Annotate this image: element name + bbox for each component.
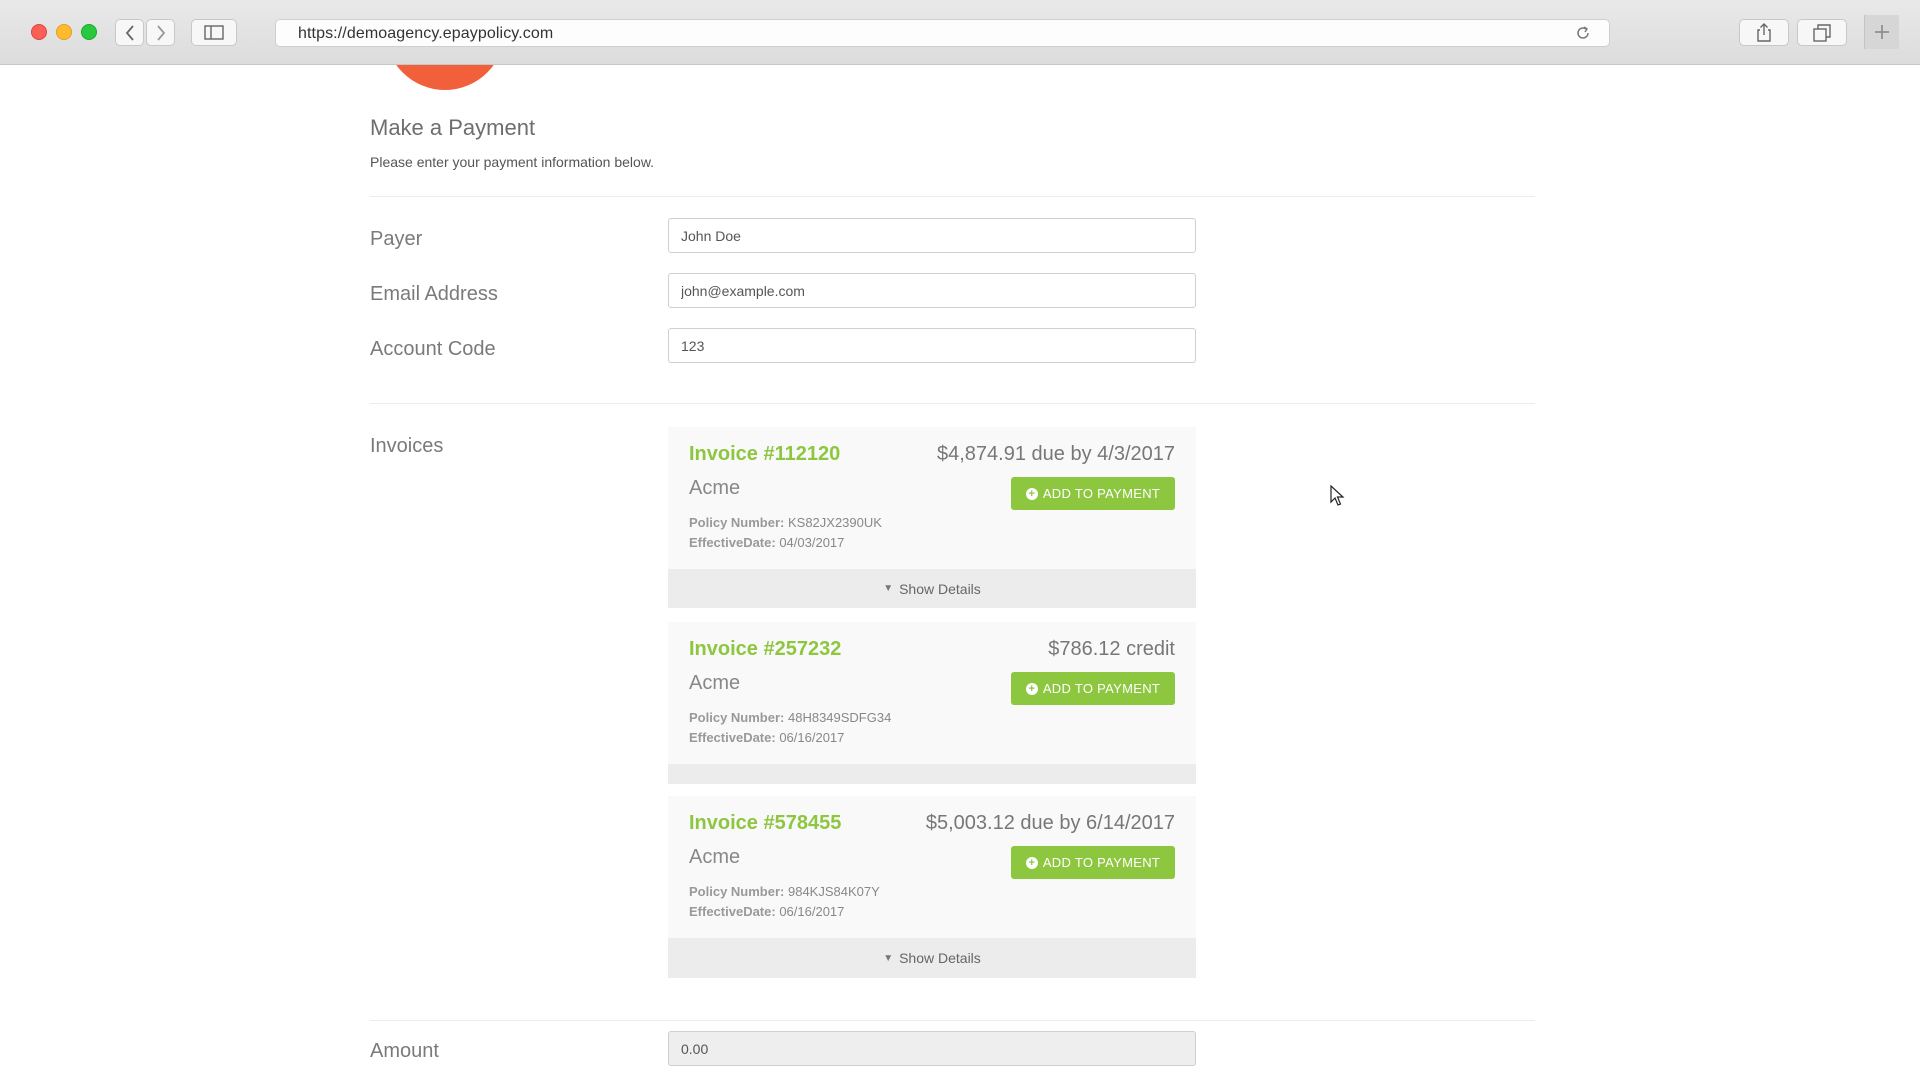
- invoice-number: Invoice #578455: [689, 812, 842, 834]
- plus-circle-icon: +: [1025, 682, 1038, 695]
- back-button[interactable]: [115, 19, 144, 46]
- sidebar-icon: [204, 25, 224, 40]
- share-button[interactable]: [1739, 19, 1789, 46]
- invoice-number: Invoice #257232: [689, 638, 842, 660]
- page-title: Make a Payment: [370, 115, 536, 140]
- add-to-payment-label: ADD TO PAYMENT: [1042, 681, 1161, 696]
- url-text: https://demoagency.epaypolicy.com: [298, 25, 554, 42]
- invoice-amount: $786.12 credit: [1048, 638, 1175, 660]
- chevron-down-icon: ▼: [883, 583, 894, 594]
- invoice-company: Acme: [689, 477, 741, 499]
- browser-toolbar: https://demoagency.epaypolicy.com: [0, 0, 1920, 65]
- plus-icon: [1875, 25, 1889, 39]
- policy-number: Policy Number: 48H8349SDFG34: [689, 710, 892, 725]
- policy-number: Policy Number: KS82JX2390UK: [689, 515, 882, 530]
- show-details-toggle[interactable]: [668, 764, 1196, 784]
- add-to-payment-button[interactable]: + ADD TO PAYMENT: [1011, 477, 1175, 510]
- email-label: Email Address: [370, 283, 498, 305]
- sidebar-toggle-button[interactable]: [191, 19, 237, 46]
- reload-icon[interactable]: [1575, 25, 1591, 46]
- plus-circle-icon: +: [1025, 856, 1038, 869]
- divider: [370, 196, 1535, 197]
- invoice-company: Acme: [689, 672, 741, 694]
- effective-date: EffectiveDate: 06/16/2017: [689, 730, 845, 745]
- new-tab-button[interactable]: [1864, 15, 1899, 49]
- zoom-window-button[interactable]: [81, 24, 97, 40]
- show-details-label: Show Details: [899, 950, 981, 966]
- forward-button[interactable]: [146, 19, 175, 46]
- chevron-left-icon: [125, 24, 134, 41]
- payer-input[interactable]: [668, 218, 1196, 253]
- chevron-right-icon: [156, 24, 165, 41]
- invoice-number: Invoice #112120: [689, 443, 841, 465]
- invoice-card: Invoice #578455 $5,003.12 due by 6/14/20…: [668, 796, 1196, 938]
- add-to-payment-label: ADD TO PAYMENT: [1042, 855, 1161, 870]
- invoice-company: Acme: [689, 846, 741, 868]
- plus-circle-icon: +: [1025, 487, 1038, 500]
- amount-label: Amount: [370, 1040, 439, 1062]
- invoice-card: Invoice #257232 $786.12 credit Acme + AD…: [668, 622, 1196, 764]
- minimize-window-button[interactable]: [56, 24, 72, 40]
- invoice-amount: $4,874.91 due by 4/3/2017: [937, 443, 1175, 465]
- address-bar[interactable]: https://demoagency.epaypolicy.com: [275, 19, 1610, 47]
- account-code-label: Account Code: [370, 338, 496, 360]
- show-details-toggle[interactable]: ▼ Show Details: [668, 938, 1196, 978]
- effective-date: EffectiveDate: 04/03/2017: [689, 535, 845, 550]
- add-to-payment-button[interactable]: + ADD TO PAYMENT: [1011, 846, 1175, 879]
- chevron-down-icon: ▼: [883, 952, 894, 964]
- divider: [370, 1020, 1535, 1021]
- tabs-overview-button[interactable]: [1797, 19, 1847, 46]
- divider: [370, 403, 1535, 404]
- invoices-label: Invoices: [370, 435, 444, 457]
- share-icon: [1757, 23, 1771, 42]
- tabs-icon: [1813, 23, 1831, 42]
- account-code-input[interactable]: [668, 328, 1196, 363]
- close-window-button[interactable]: [31, 24, 47, 40]
- invoice-amount: $5,003.12 due by 6/14/2017: [925, 812, 1175, 834]
- add-to-payment-button[interactable]: + ADD TO PAYMENT: [1011, 672, 1175, 705]
- amount-input[interactable]: [668, 1031, 1196, 1066]
- page-subtitle: Please enter your payment information be…: [370, 154, 655, 170]
- email-input[interactable]: [668, 273, 1196, 308]
- invoice-card: Invoice #112120 $4,874.91 due by 4/3/201…: [668, 427, 1196, 569]
- show-details-toggle[interactable]: ▼ Show Details: [668, 569, 1196, 608]
- policy-number: Policy Number: 984KJS84K07Y: [689, 884, 880, 899]
- payer-label: Payer: [370, 228, 423, 250]
- effective-date: EffectiveDate: 06/16/2017: [689, 904, 845, 919]
- add-to-payment-label: ADD TO PAYMENT: [1042, 486, 1161, 501]
- mouse-cursor-icon: [1330, 485, 1345, 506]
- show-details-label: Show Details: [899, 580, 981, 597]
